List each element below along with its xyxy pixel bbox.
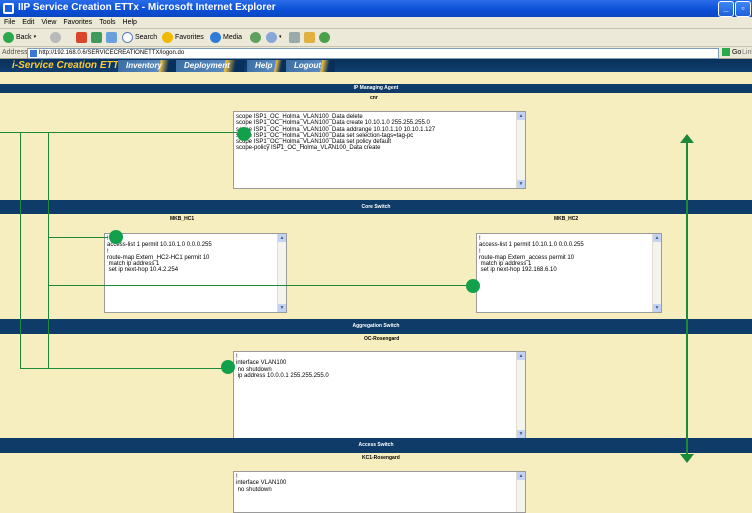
refresh-button[interactable] (91, 31, 102, 44)
refresh-icon (91, 32, 102, 43)
page-icon (30, 50, 37, 57)
scroll-up-icon[interactable]: ▲ (517, 472, 525, 480)
stop-icon (76, 32, 87, 43)
device-cnr: cnr (370, 95, 378, 101)
app-brand: i-Service Creation ETTx (12, 60, 125, 71)
tab-inventory[interactable]: Inventory (118, 60, 177, 72)
menu-view[interactable]: View (41, 17, 56, 28)
media-button[interactable]: Media (210, 31, 242, 44)
app-nav: i-Service Creation ETTx Inventory Deploy… (0, 59, 752, 72)
scroll-down-icon[interactable]: ▼ (517, 180, 525, 188)
config-textarea-hc2[interactable]: ! access-list 1 permit 10.10.1.0 0.0.0.2… (476, 233, 662, 313)
scrollbar[interactable]: ▲ ▼ (516, 112, 525, 188)
menu-tools[interactable]: Tools (99, 17, 115, 28)
annotation-line (48, 237, 108, 238)
back-button[interactable]: Back ▾ (3, 31, 36, 44)
config-textarea-agg[interactable]: ! interface VLAN100 no shutdown ip addre… (233, 351, 526, 439)
go-arrow-icon (722, 48, 730, 57)
edit-button[interactable] (304, 31, 315, 44)
menu-file[interactable]: File (4, 17, 15, 28)
home-button[interactable] (106, 31, 117, 44)
annotation-double-arrow (686, 142, 688, 454)
annotation-line (48, 285, 474, 286)
scroll-up-icon[interactable]: ▲ (278, 234, 286, 242)
arrow-up-icon (680, 134, 694, 143)
search-icon (122, 32, 133, 43)
annotation-dot (466, 279, 480, 293)
menu-help[interactable]: Help (123, 17, 137, 28)
links-button[interactable]: Links (742, 47, 752, 58)
history-button[interactable] (250, 31, 261, 44)
window-titlebar: IIP Service Creation ETTx - Microsoft In… (0, 0, 752, 17)
annotation-line (20, 132, 21, 369)
scroll-down-icon[interactable]: ▼ (278, 304, 286, 312)
history-icon (250, 32, 261, 43)
annotation-dot (109, 230, 123, 244)
device-mkb-hc1: MKB_HC1 (170, 216, 195, 222)
address-bar: Address http://192.168.0.6/SERVICECREATI… (0, 47, 752, 59)
device-kc1-rosengard: KC1-Rosengard (362, 455, 400, 461)
address-label: Address (2, 49, 28, 56)
maximize-button[interactable]: ▫ (735, 1, 751, 17)
scroll-down-icon[interactable]: ▼ (517, 430, 525, 438)
scrollbar[interactable]: ▲ (516, 472, 525, 512)
ie-icon (3, 3, 14, 14)
section-core-switch: Core Switch (0, 200, 752, 214)
tab-deployment[interactable]: Deployment (176, 60, 244, 72)
scrollbar[interactable]: ▲ ▼ (652, 234, 661, 312)
config-text: ! interface VLAN100 no shutdown (236, 474, 287, 493)
forward-button[interactable] (50, 31, 61, 44)
messenger-icon (319, 32, 330, 43)
config-textarea-ipma[interactable]: scope ISP1_OC_Holma_VLAN100_Data delete … (233, 111, 526, 189)
star-icon (162, 32, 173, 43)
scroll-down-icon[interactable]: ▼ (653, 304, 661, 312)
section-aggregation-switch: Aggregation Switch (0, 319, 752, 334)
print-button[interactable] (289, 31, 300, 44)
print-icon (289, 32, 300, 43)
device-mkb-hc2: MKB_HC2 (554, 216, 579, 222)
annotation-line (48, 132, 49, 369)
scroll-up-icon[interactable]: ▲ (517, 112, 525, 120)
browser-toolbar: Back ▾ Search Favorites Media ▾ (0, 29, 752, 47)
tab-help[interactable]: Help (247, 60, 287, 72)
window-title: IIP Service Creation ETTx - Microsoft In… (18, 2, 276, 13)
tab-logout[interactable]: Logout (286, 60, 336, 72)
menu-bar: File Edit View Favorites Tools Help (0, 17, 752, 29)
scrollbar[interactable]: ▲ ▼ (516, 352, 525, 438)
scrollbar[interactable]: ▲ ▼ (277, 234, 286, 312)
media-icon (210, 32, 221, 43)
config-textarea-access[interactable]: ! interface VLAN100 no shutdown ▲ (233, 471, 526, 513)
config-text: ! access-list 1 permit 10.10.1.0 0.0.0.2… (479, 236, 584, 274)
config-text: ! interface VLAN100 no shutdown ip addre… (236, 354, 329, 379)
go-button[interactable]: Go (722, 47, 741, 58)
scroll-up-icon[interactable]: ▲ (653, 234, 661, 242)
section-ip-managing-agent: IP Managing Agent (0, 84, 752, 93)
section-access-switch: Access Switch (0, 438, 752, 453)
scroll-up-icon[interactable]: ▲ (517, 352, 525, 360)
annotation-dot (221, 360, 235, 374)
edit-icon (304, 32, 315, 43)
home-icon (106, 32, 117, 43)
mail-icon (266, 32, 277, 43)
favorites-button[interactable]: Favorites (162, 31, 204, 44)
arrow-down-icon (680, 454, 694, 463)
device-oc-rosengard: OC-Rosengard (364, 336, 400, 342)
forward-arrow-icon (50, 32, 61, 43)
menu-favorites[interactable]: Favorites (63, 17, 92, 28)
back-arrow-icon (3, 32, 14, 43)
minimize-button[interactable]: _ (718, 1, 734, 17)
address-input[interactable]: http://192.168.0.6/SERVICECREATIONETTX/l… (27, 48, 719, 59)
menu-edit[interactable]: Edit (22, 17, 34, 28)
stop-button[interactable] (76, 31, 87, 44)
messenger-button[interactable] (319, 31, 330, 44)
annotation-line (0, 132, 237, 133)
config-textarea-hc1[interactable]: ! access-list 1 permit 10.10.1.0 0.0.0.2… (104, 233, 287, 313)
config-text: scope ISP1_OC_Holma_VLAN100_Data delete … (236, 114, 436, 152)
mail-button[interactable]: ▾ (266, 31, 282, 44)
annotation-line (20, 368, 227, 369)
config-text: ! access-list 1 permit 10.10.1.0 0.0.0.2… (107, 236, 212, 274)
annotation-dot (237, 127, 251, 141)
search-button[interactable]: Search (122, 31, 157, 44)
